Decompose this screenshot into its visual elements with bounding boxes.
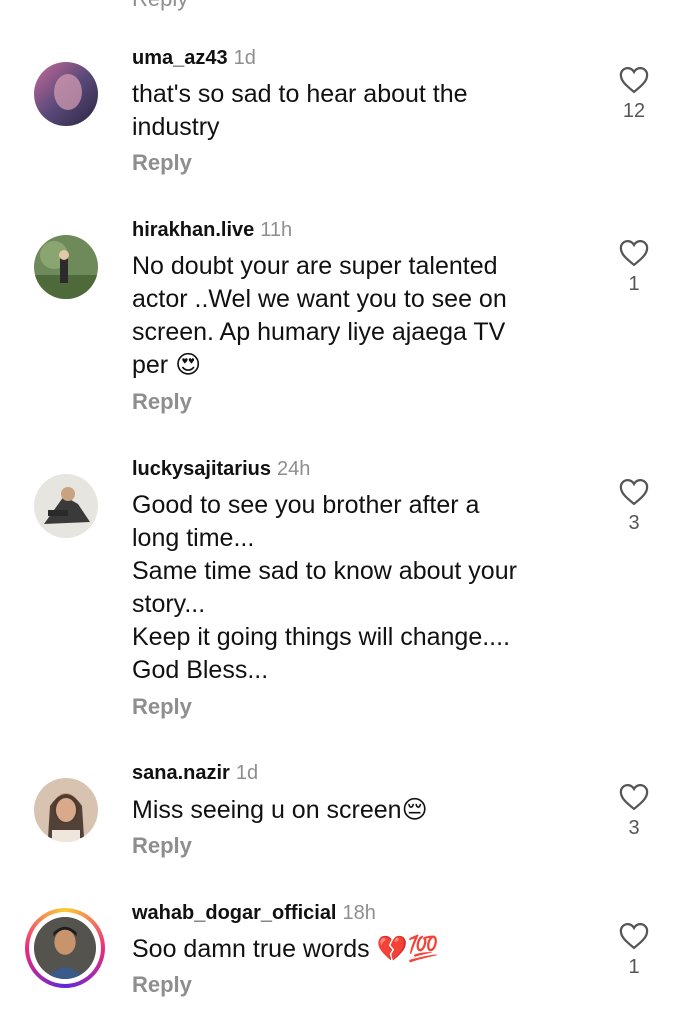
like-count: 3	[628, 512, 640, 534]
comment-meta: sana.nazir 1d	[132, 762, 258, 785]
avatar	[34, 917, 96, 979]
comment-meta: uma_az43 1d	[132, 47, 256, 70]
avatar[interactable]	[34, 62, 98, 126]
timestamp: 1d	[235, 762, 259, 784]
like-control: 3	[615, 783, 653, 840]
comment-text: Good to see you brother after a long tim…	[132, 491, 517, 684]
username[interactable]: sana.nazir	[132, 762, 230, 784]
reply-button[interactable]: Reply	[132, 972, 192, 998]
reply-button-previous[interactable]: Reply	[132, 0, 188, 12]
comment-text: No doubt your are super talented actor .…	[132, 252, 507, 379]
comment-text: that's so sad to hear about the industry	[132, 80, 468, 141]
timestamp: 18h	[342, 902, 376, 924]
heart-outline-icon[interactable]	[619, 66, 649, 94]
comment-text: Soo damn true words 💔💯	[132, 935, 439, 963]
timestamp: 24h	[276, 458, 311, 480]
story-ring-gap	[29, 912, 101, 984]
like-count: 1	[628, 273, 640, 295]
like-control: 1	[615, 922, 653, 979]
reply-button[interactable]: Reply	[132, 389, 192, 415]
reply-button[interactable]: Reply	[132, 833, 192, 859]
story-avatar[interactable]	[25, 908, 105, 988]
like-control: 12	[615, 66, 653, 123]
like-count: 3	[628, 817, 640, 839]
timestamp: 11h	[260, 219, 293, 241]
heart-outline-icon[interactable]	[619, 922, 649, 950]
heart-outline-icon[interactable]	[619, 478, 649, 506]
username[interactable]: wahab_dogar_official	[132, 902, 337, 924]
comment-text: Miss seeing u on screen😔	[132, 796, 428, 824]
username[interactable]: uma_az43	[132, 47, 228, 69]
heart-outline-icon[interactable]	[619, 783, 649, 811]
comment-meta: wahab_dogar_official 18h	[132, 902, 376, 925]
comment-meta: luckysajitarius 24h	[132, 458, 310, 481]
like-control: 3	[615, 478, 653, 535]
avatar[interactable]	[34, 235, 98, 299]
like-count: 12	[622, 100, 646, 122]
timestamp: 1d	[233, 47, 256, 69]
comment-meta: hirakhan.live 11h	[132, 219, 292, 242]
heart-outline-icon[interactable]	[619, 239, 649, 267]
reply-button[interactable]: Reply	[132, 150, 192, 176]
reply-button[interactable]: Reply	[132, 694, 192, 720]
avatar[interactable]	[34, 474, 98, 538]
username[interactable]: hirakhan.live	[132, 219, 254, 241]
like-control: 1	[615, 239, 653, 296]
username[interactable]: luckysajitarius	[132, 458, 271, 480]
like-count: 1	[628, 956, 640, 978]
avatar[interactable]	[34, 778, 98, 842]
